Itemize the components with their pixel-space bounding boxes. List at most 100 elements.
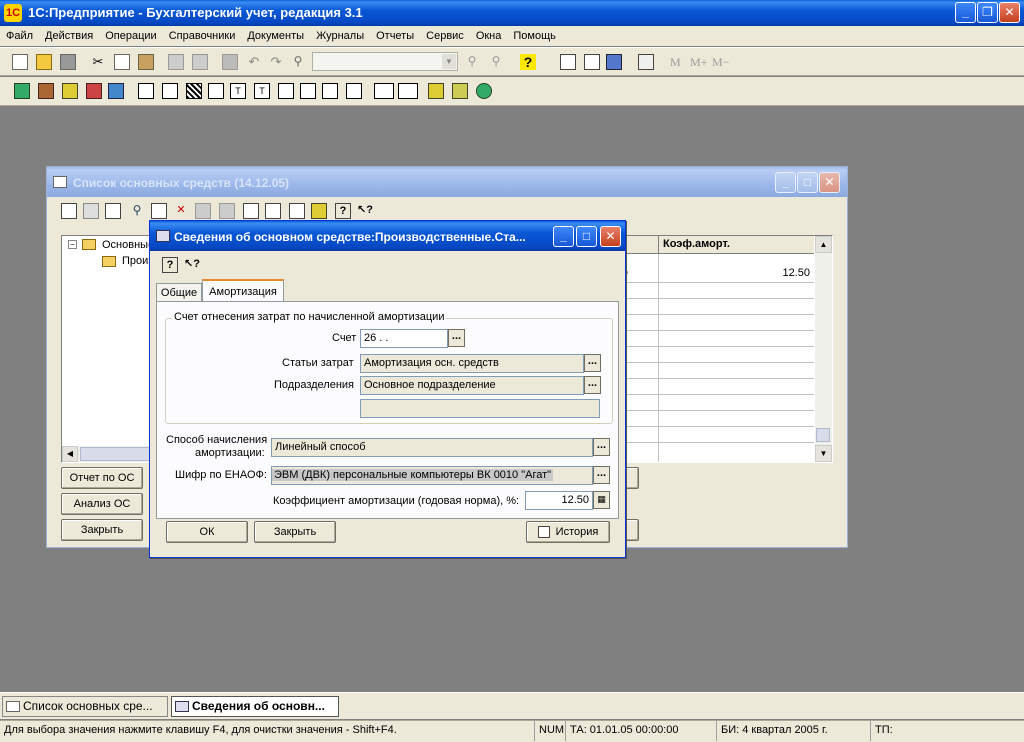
window-tab-list[interactable]: Список основных сре... xyxy=(2,696,168,717)
scroll-left-icon[interactable]: ◀ xyxy=(62,446,78,462)
method-input[interactable]: Линейный способ xyxy=(271,438,593,457)
menu-reports[interactable]: Отчеты xyxy=(370,26,420,46)
book-icon[interactable] xyxy=(638,54,654,70)
department-input[interactable]: Основное подразделение xyxy=(360,376,584,395)
entries-icon[interactable] xyxy=(62,83,78,99)
print-preview-icon[interactable] xyxy=(192,54,208,70)
help-icon[interactable]: ? xyxy=(520,54,536,70)
grid-header-coef[interactable]: Коэф.аморт. xyxy=(658,236,814,254)
find-replace-icon[interactable]: ⚲ xyxy=(488,54,504,70)
list-hierarchy-icon[interactable] xyxy=(311,203,327,219)
list-close-button[interactable]: ✕ xyxy=(819,172,840,193)
ok-button[interactable]: ОК xyxy=(166,521,248,543)
report10-icon[interactable] xyxy=(346,83,362,99)
message-icon[interactable] xyxy=(606,54,622,70)
list-find-icon[interactable]: ⚲ xyxy=(129,203,145,219)
menu-operations[interactable]: Операции xyxy=(99,26,162,46)
account-select-button[interactable]: ... xyxy=(448,329,465,347)
report4-icon[interactable] xyxy=(208,83,224,99)
dialog-whatsthis-icon[interactable]: ↖? xyxy=(184,257,200,273)
report7-icon[interactable] xyxy=(278,83,294,99)
undo-icon[interactable]: ↶ xyxy=(246,54,262,70)
scroll-thumb[interactable] xyxy=(80,447,150,461)
tree-expand-icon[interactable]: − xyxy=(68,240,77,249)
invoice-icon[interactable] xyxy=(398,83,418,99)
list-close-bottom-button[interactable]: Закрыть xyxy=(61,519,143,541)
window-tab-dialog[interactable]: Сведения об основн... xyxy=(171,696,339,717)
account-input[interactable]: 26 . . xyxy=(360,329,448,348)
minimize-button[interactable]: _ xyxy=(955,2,976,23)
coef-input[interactable]: 12.50 xyxy=(525,491,593,510)
dialog-help-icon[interactable]: ? xyxy=(162,257,178,273)
cut-icon[interactable]: ✂ xyxy=(90,54,106,70)
memory-plus-button[interactable]: M+ xyxy=(690,55,707,70)
list-tree-icon[interactable] xyxy=(219,203,235,219)
chevron-down-icon[interactable]: ▼ xyxy=(442,54,456,69)
scroll-down-icon[interactable]: ▼ xyxy=(815,445,832,462)
report6-icon[interactable]: T xyxy=(254,83,270,99)
list-refresh-icon[interactable] xyxy=(265,203,281,219)
dialog-minimize-button[interactable]: _ xyxy=(553,226,574,247)
list-help-icon[interactable]: ? xyxy=(335,203,351,219)
list-move-icon[interactable] xyxy=(195,203,211,219)
menu-file[interactable]: Файл xyxy=(0,26,39,46)
settings-icon[interactable] xyxy=(452,83,468,99)
journal-icon[interactable] xyxy=(86,83,102,99)
menu-documents[interactable]: Документы xyxy=(241,26,310,46)
payment-order-icon[interactable] xyxy=(374,83,394,99)
open-icon[interactable] xyxy=(36,54,52,70)
list-minimize-button[interactable]: _ xyxy=(775,172,796,193)
wizard-icon[interactable] xyxy=(428,83,444,99)
menu-journals[interactable]: Журналы xyxy=(310,26,370,46)
close-button[interactable]: ✕ xyxy=(999,2,1020,23)
find-next-icon[interactable]: ⚲ xyxy=(464,54,480,70)
list-docs-icon[interactable] xyxy=(243,203,259,219)
cost-items-input[interactable]: Амортизация осн. средств xyxy=(360,354,584,373)
list-whatsthis-icon[interactable]: ↖? xyxy=(357,203,373,219)
cost-items-select-button[interactable]: ... xyxy=(584,354,601,372)
menu-references[interactable]: Справочники xyxy=(163,26,242,46)
scroll-vthumb[interactable] xyxy=(816,428,830,442)
history-button[interactable]: История xyxy=(526,521,610,543)
dialog-maximize-button[interactable]: □ xyxy=(576,226,597,247)
app-title-bar[interactable]: 1C 1С:Предприятие - Бухгалтерский учет, … xyxy=(0,0,1024,26)
method-select-button[interactable]: ... xyxy=(593,438,610,456)
calendar-icon[interactable] xyxy=(222,54,238,70)
chart-of-accounts-icon[interactable] xyxy=(14,83,30,99)
calendar2-icon[interactable] xyxy=(584,54,600,70)
department-select-button[interactable]: ... xyxy=(584,376,601,394)
report-button[interactable]: Отчет по ОС xyxy=(61,467,143,489)
menu-windows[interactable]: Окна xyxy=(470,26,508,46)
dialog-close-bottom-button[interactable]: Закрыть xyxy=(254,521,336,543)
list-new-icon[interactable] xyxy=(61,203,77,219)
restore-button[interactable]: ❐ xyxy=(977,2,998,23)
menu-help[interactable]: Помощь xyxy=(507,26,562,46)
scroll-up-icon[interactable]: ▲ xyxy=(815,236,832,253)
dialog-title-bar[interactable]: Сведения об основном средстве:Производст… xyxy=(150,221,625,251)
code-select-button[interactable]: ... xyxy=(593,466,610,484)
report2-icon[interactable] xyxy=(162,83,178,99)
memory-minus-button[interactable]: M− xyxy=(712,55,729,70)
menu-actions[interactable]: Действия xyxy=(39,26,99,46)
list-edit-icon[interactable] xyxy=(151,203,167,219)
report3-icon[interactable] xyxy=(186,83,202,99)
list-copy-icon[interactable] xyxy=(105,203,121,219)
dialog-close-button[interactable]: ✕ xyxy=(600,226,621,247)
report8-icon[interactable] xyxy=(300,83,316,99)
globe-icon[interactable] xyxy=(476,83,492,99)
menu-service[interactable]: Сервис xyxy=(420,26,470,46)
list-print-icon[interactable] xyxy=(289,203,305,219)
calculator-icon[interactable] xyxy=(560,54,576,70)
people-icon[interactable] xyxy=(108,83,124,99)
list-maximize-button[interactable]: □ xyxy=(797,172,818,193)
copy-icon[interactable] xyxy=(114,54,130,70)
search-combo[interactable]: ▼ xyxy=(312,52,458,71)
find-icon[interactable]: ⚲ xyxy=(290,54,306,70)
list-delete-icon[interactable]: ✕ xyxy=(173,203,189,219)
tab-general[interactable]: Общие xyxy=(156,283,202,301)
operations-icon[interactable] xyxy=(38,83,54,99)
code-input[interactable]: ЭВМ (ДВК) персональные компьютеры ВК 001… xyxy=(271,466,593,485)
report5-icon[interactable]: T xyxy=(230,83,246,99)
asset-list-title-bar[interactable]: Список основных средств (14.12.05) _ □ ✕ xyxy=(47,167,847,197)
print-icon[interactable] xyxy=(168,54,184,70)
